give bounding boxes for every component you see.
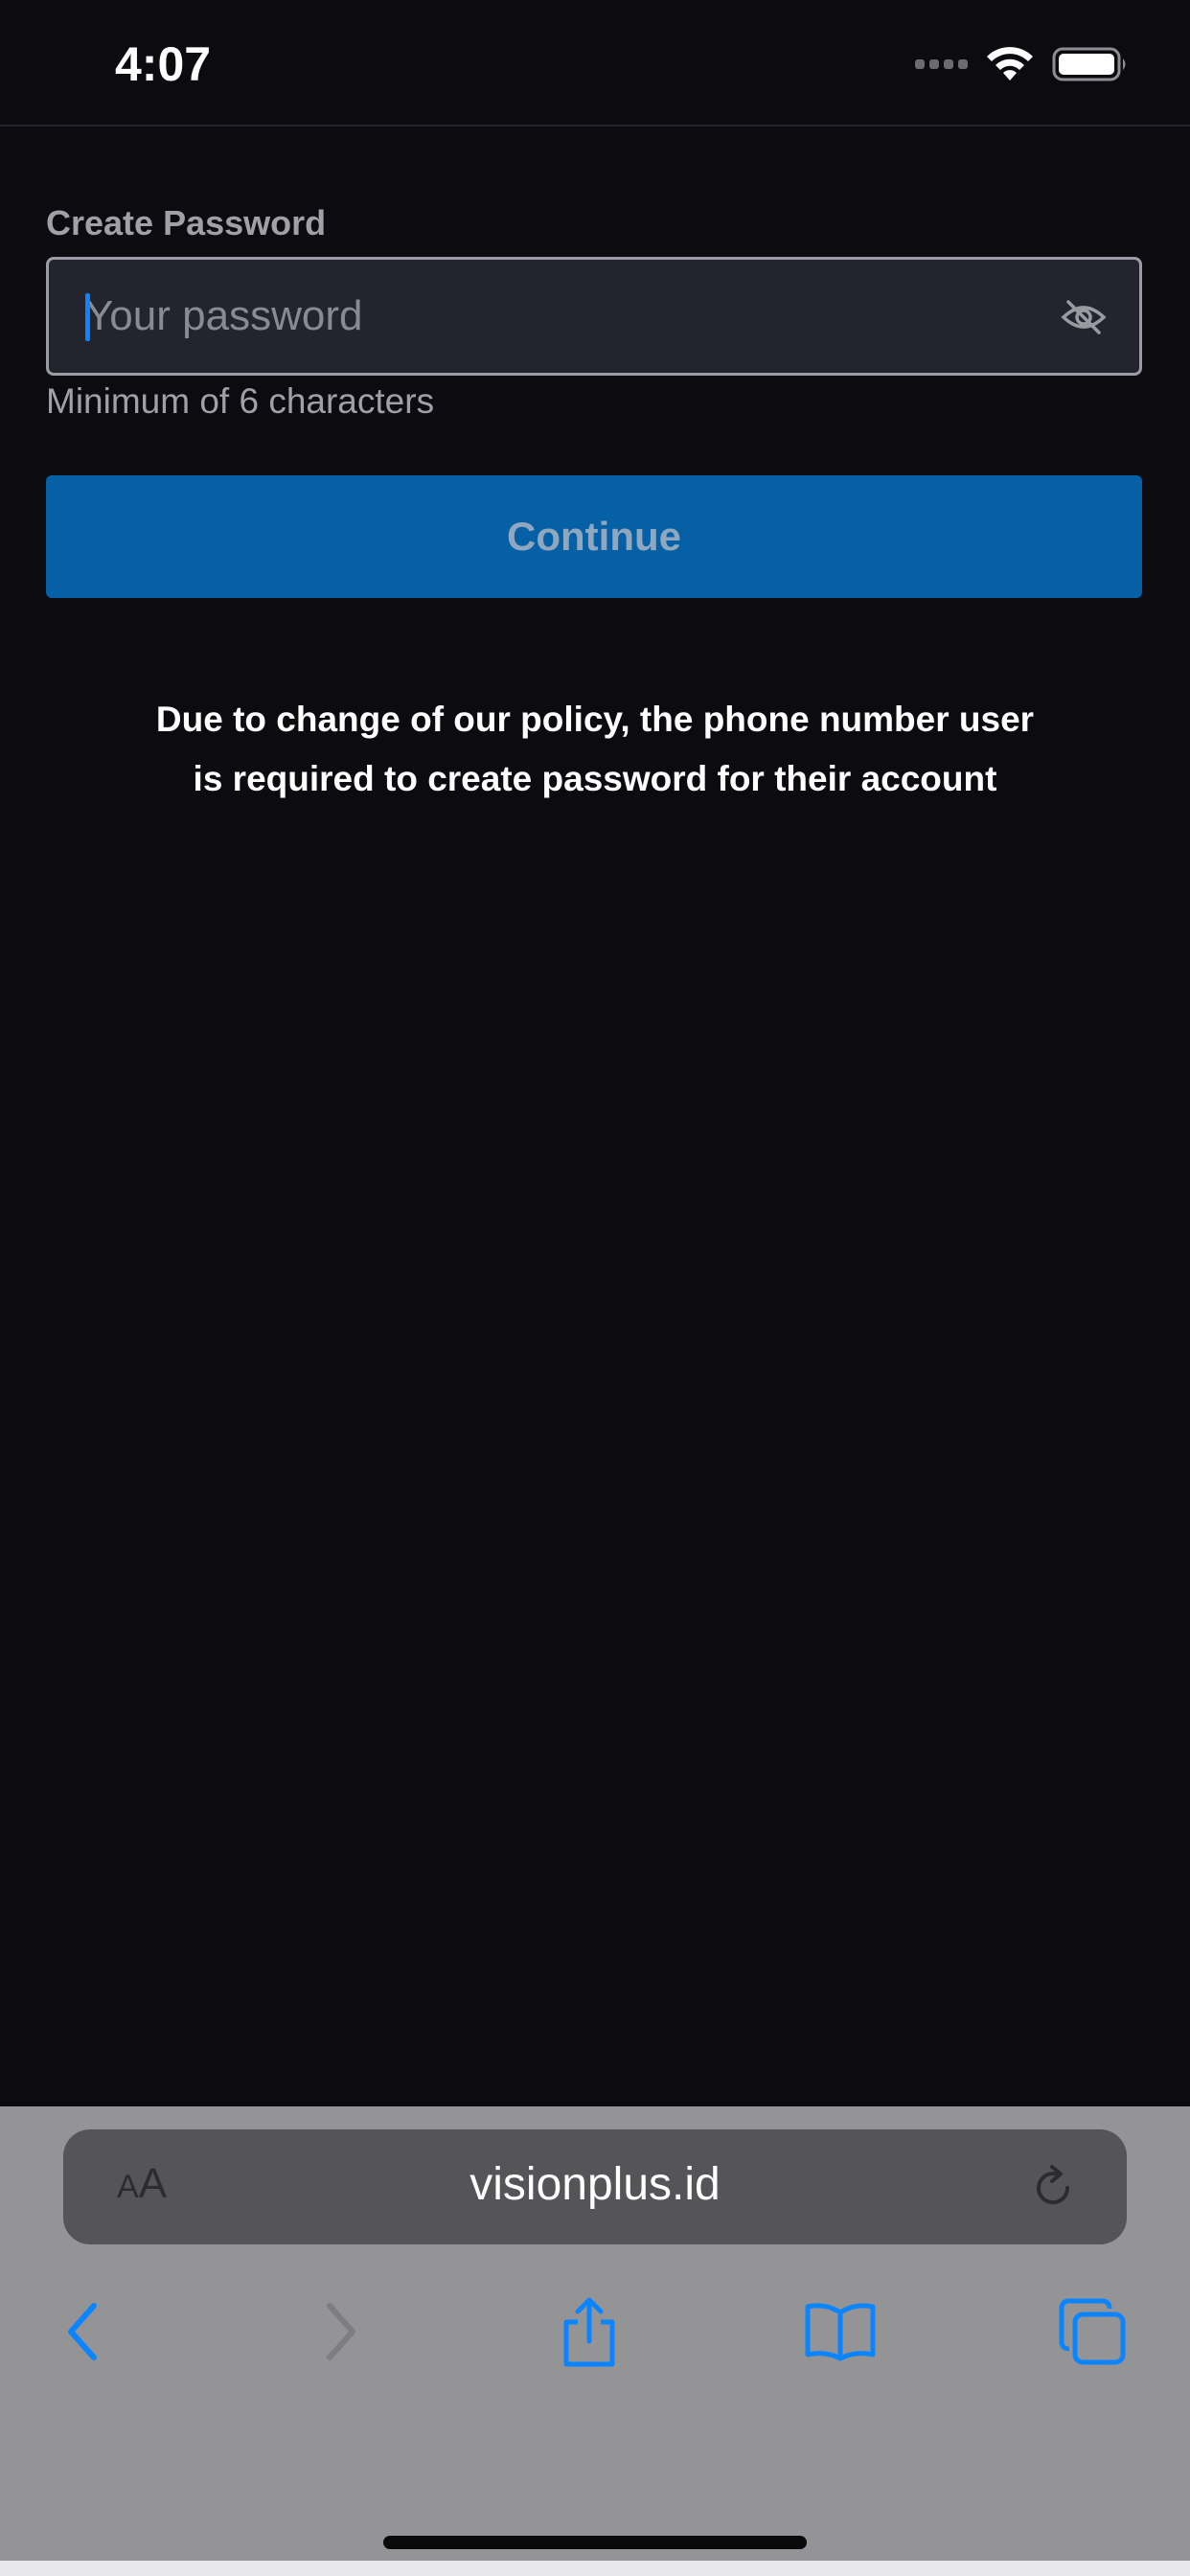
cellular-signal-icon: [915, 59, 968, 69]
back-button[interactable]: [40, 2288, 126, 2375]
book-icon: [805, 2303, 876, 2361]
password-field[interactable]: [46, 257, 1142, 376]
policy-notice: Due to change of our policy, the phone n…: [77, 690, 1113, 809]
eye-off-icon[interactable]: [1061, 298, 1107, 336]
tabs-button[interactable]: [1049, 2288, 1135, 2375]
policy-line-1: Due to change of our policy, the phone n…: [155, 700, 1035, 739]
url-text[interactable]: visionplus.id: [63, 2158, 1127, 2211]
reload-icon[interactable]: [1027, 2162, 1079, 2214]
status-time: 4:07: [115, 37, 212, 91]
forward-button[interactable]: [297, 2288, 383, 2375]
bottom-edge: [0, 2561, 1190, 2576]
address-bar[interactable]: AA visionplus.id: [63, 2129, 1127, 2244]
policy-line-2: is required to create password for their…: [193, 759, 997, 798]
home-indicator: [383, 2536, 807, 2549]
chevron-right-icon: [327, 2303, 355, 2360]
chevron-left-icon: [68, 2303, 97, 2360]
password-input[interactable]: [85, 260, 1043, 373]
text-cursor: [85, 293, 90, 341]
tabs-icon: [1059, 2298, 1126, 2365]
share-icon: [563, 2297, 615, 2367]
bookmarks-button[interactable]: [797, 2288, 883, 2375]
battery-icon: [1052, 47, 1126, 81]
continue-button[interactable]: Continue: [46, 475, 1142, 598]
browser-toolbar: AA visionplus.id: [0, 2106, 1190, 2576]
wifi-icon: [987, 47, 1033, 80]
status-bar: 4:07: [0, 0, 1190, 126]
share-button[interactable]: [546, 2288, 632, 2375]
password-helper-text: Minimum of 6 characters: [46, 381, 435, 421]
create-password-label: Create Password: [46, 203, 327, 242]
